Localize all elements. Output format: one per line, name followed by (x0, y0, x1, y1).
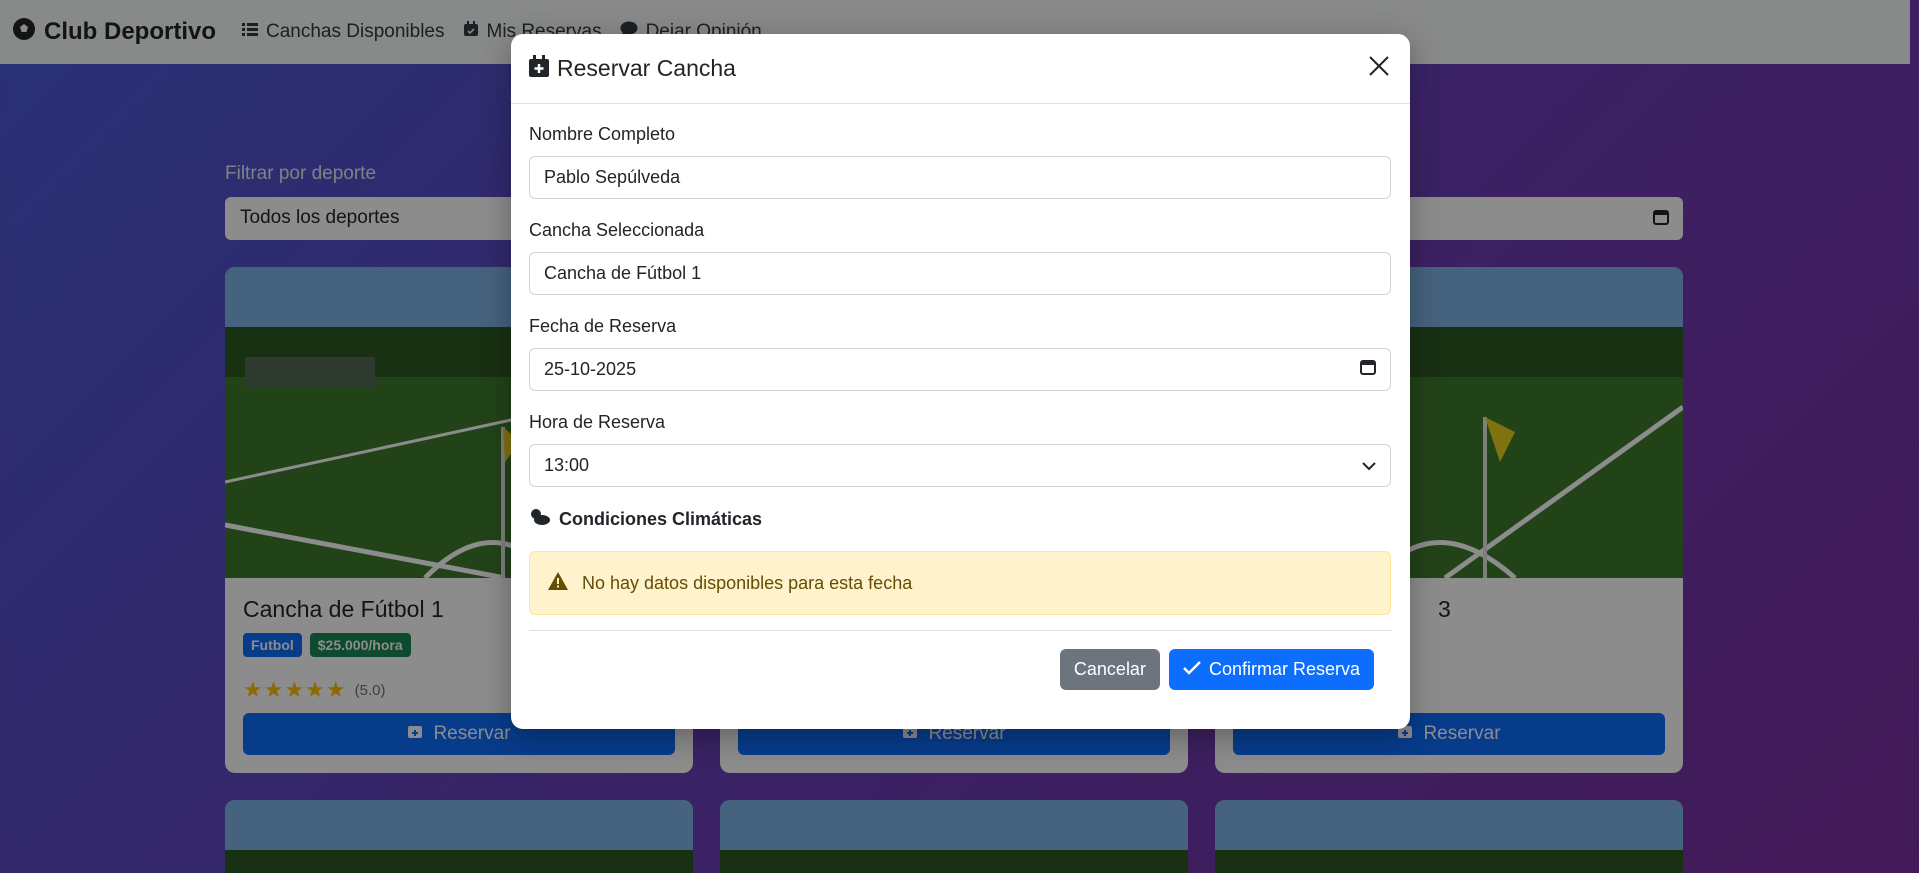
cancel-label: Cancelar (1073, 659, 1146, 679)
modal-body: Nombre Completo Pablo Sepúlveda Cancha S… (511, 104, 1410, 615)
time-label: Hora de Reserva (529, 412, 666, 432)
name-value: Pablo Sepúlveda (544, 167, 681, 187)
cancel-button[interactable]: Cancelar (1059, 649, 1160, 690)
court-input[interactable]: Cancha de Fútbol 1 (529, 252, 1391, 295)
time-select[interactable]: 13:00 (529, 444, 1391, 487)
name-label: Nombre Completo (529, 124, 676, 144)
court-value: Cancha de Fútbol 1 (544, 263, 702, 283)
calendar-plus-icon (529, 54, 557, 83)
close-icon (1369, 56, 1389, 81)
time-value: 13:00 (544, 455, 590, 475)
modal-header: Reservar Cancha (511, 34, 1410, 104)
weather-alert: No hay datos disponibles para esta fecha (529, 551, 1391, 615)
confirm-reservation-button[interactable]: Confirmar Reserva (1168, 649, 1374, 690)
cloud-sun-icon (529, 508, 559, 531)
check-icon (1183, 659, 1209, 680)
date-input[interactable]: 25-10-2025 (529, 348, 1391, 391)
weather-section-title: Condiciones Climáticas (529, 508, 1392, 531)
date-label: Fecha de Reserva (529, 316, 677, 336)
reservation-modal: Reservar Cancha Nombre Completo Pablo Se… (511, 34, 1410, 729)
chevron-down-icon (1362, 455, 1376, 476)
date-value: 25-10-2025 (544, 359, 637, 379)
modal-title: Reservar Cancha (557, 55, 736, 81)
weather-title-label: Condiciones Climáticas (559, 509, 763, 529)
close-button[interactable] (1366, 56, 1392, 82)
court-label: Cancha Seleccionada (529, 220, 705, 240)
confirm-label: Confirmar Reserva (1208, 659, 1360, 679)
warning-icon (548, 571, 582, 595)
modal-footer: Cancelar Confirmar Reserva (529, 630, 1392, 729)
alert-text: No hay datos disponibles para esta fecha (582, 572, 913, 593)
calendar-icon[interactable] (1360, 359, 1376, 380)
name-input[interactable]: Pablo Sepúlveda (529, 156, 1391, 199)
